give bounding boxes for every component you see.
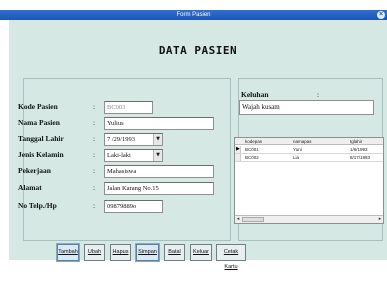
ubah-button[interactable]: Ubah (84, 244, 105, 261)
scroll-right-icon[interactable]: ▸ (377, 216, 383, 223)
simpan-button[interactable]: Simpan (136, 244, 159, 261)
table-cell[interactable]: 1/6/1993 (350, 146, 368, 153)
keluar-button[interactable]: Keluar (190, 244, 212, 261)
keluhan-field[interactable]: Wajah kusam (239, 100, 374, 115)
scroll-thumb[interactable] (242, 217, 264, 222)
close-icon[interactable]: × (377, 11, 385, 19)
row-nama-pasien: Nama Pasien : Yulius (18, 117, 218, 131)
tanggal-lahir-picker[interactable]: 7 /29/1993 ▼ (104, 133, 163, 146)
nama-pasien-field[interactable]: Yulius (104, 117, 214, 130)
tambah-button[interactable]: Tambah (57, 244, 79, 261)
cetak-kartu-button[interactable]: Cetak Kartu (216, 244, 246, 270)
table-row[interactable]: BC002 Lia 8/17/1993 (235, 154, 383, 162)
colon: : (93, 102, 96, 111)
column-header[interactable]: kodepas (245, 138, 262, 145)
scroll-left-icon[interactable]: ◂ (235, 216, 241, 223)
label-pekerjaan: Pekerjaan (18, 166, 51, 175)
label-alamat: Alamat (18, 183, 42, 192)
batal-button[interactable]: Batal (164, 244, 185, 261)
grid-header: kodepas namapas tglahir (235, 138, 383, 145)
page-title: DATA PASIEN (158, 44, 238, 57)
horizontal-scrollbar[interactable]: ◂ ▸ (235, 215, 383, 223)
hapus-button[interactable]: Hapus (110, 244, 131, 261)
colon: : (93, 201, 96, 210)
label-no-telp: No Telp./Hp (18, 201, 57, 210)
tanggal-lahir-value: 7 /29/1993 (107, 136, 135, 143)
chevron-down-icon[interactable]: ▼ (153, 134, 162, 145)
colon: : (93, 183, 96, 192)
label-kode-pasien: Kode Pasien (18, 102, 58, 111)
pekerjaan-field[interactable]: Mahasiswa (104, 165, 214, 178)
label-jenis-kelamin: Jenis Kelamin (18, 150, 64, 159)
table-cell[interactable]: Yuni (293, 146, 302, 153)
jenis-kelamin-value: Laki-laki (107, 152, 131, 159)
row-kode-pasien: Kode Pasien : BC003 (18, 101, 218, 115)
label-tanggal-lahir: Tanggal Lahir (18, 134, 64, 143)
row-pointer-icon: ▶ (236, 147, 240, 152)
label-nama-pasien: Nama Pasien (18, 118, 60, 127)
colon: : (317, 90, 320, 99)
row-pekerjaan: Pekerjaan : Mahasiswa (18, 165, 218, 179)
window-title: Form Pasien (176, 12, 211, 18)
table-cell[interactable]: BC001 (245, 146, 259, 153)
table-cell[interactable]: 8/17/1993 (350, 154, 370, 161)
row-jenis-kelamin: Jenis Kelamin : Laki-laki ▼ (18, 149, 218, 163)
colon: : (93, 166, 96, 175)
table-cell[interactable]: BC002 (245, 154, 259, 161)
alamat-field[interactable]: Jalan Karang No.15 (104, 182, 214, 195)
title-bar[interactable]: Form Pasien × (0, 10, 387, 20)
table-cell[interactable]: Lia (293, 154, 299, 161)
row-selector[interactable] (235, 154, 241, 161)
row-selector[interactable]: ▶ (235, 146, 241, 153)
column-header[interactable]: namapas (293, 138, 312, 145)
jenis-kelamin-select[interactable]: Laki-laki ▼ (104, 149, 163, 162)
colon: : (93, 118, 96, 127)
kode-pasien-field[interactable]: BC003 (104, 101, 153, 114)
row-tanggal-lahir: Tanggal Lahir : 7 /29/1993 ▼ (18, 133, 218, 147)
pasien-form-window: Form Pasien × DATA PASIEN Kode Pasien : … (0, 0, 387, 289)
column-header[interactable]: tglahir (350, 138, 362, 145)
colon: : (93, 150, 96, 159)
colon: : (93, 134, 96, 143)
chevron-down-icon[interactable]: ▼ (153, 150, 162, 161)
row-alamat: Alamat : Jalan Karang No.15 (18, 182, 218, 196)
row-no-telp: No Telp./Hp : 09879889o (18, 200, 218, 214)
no-telp-field[interactable]: 09879889o (104, 200, 163, 213)
table-row[interactable]: ▶ BC001 Yuni 1/6/1993 (235, 146, 383, 154)
label-keluhan: Keluhan (241, 90, 269, 99)
patient-data-grid[interactable]: kodepas namapas tglahir ▶ BC001 Yuni 1/6… (234, 137, 384, 224)
